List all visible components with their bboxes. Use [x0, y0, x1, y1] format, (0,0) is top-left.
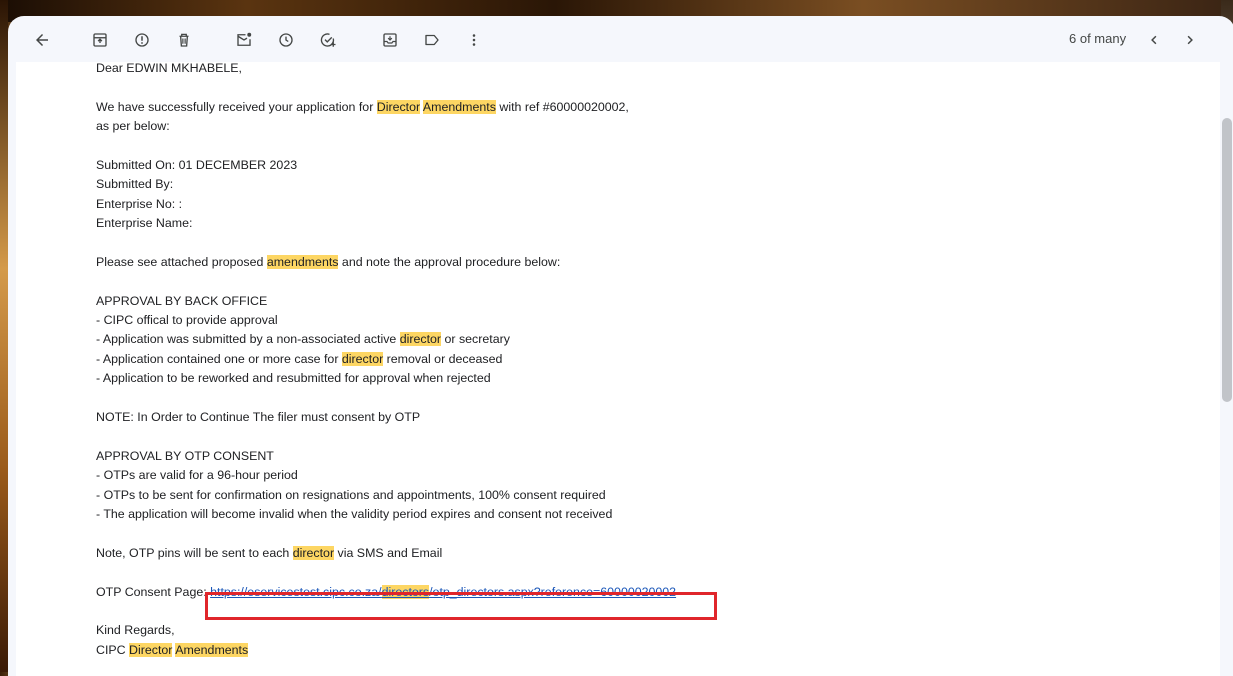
report-icon — [135, 33, 149, 47]
arrow-back-icon — [36, 34, 48, 46]
more-button[interactable] — [462, 28, 486, 52]
approval-back-item: - CIPC offical to provide approval — [96, 313, 278, 328]
mark-unread-button[interactable] — [232, 28, 256, 52]
approval-otp-item: - OTPs to be sent for confirmation on re… — [96, 487, 606, 502]
approval-otp-item: - OTPs are valid for a 96-hour period — [96, 468, 298, 483]
move-to-button[interactable] — [378, 28, 402, 52]
move-to-icon — [383, 33, 397, 47]
approval-back-item: - Application to be reworked and resubmi… — [96, 371, 491, 386]
annotation-highlight-box — [205, 592, 717, 620]
submitted-on: Submitted On: 01 DECEMBER 2023 — [96, 157, 298, 172]
mark-unread-icon — [237, 32, 252, 46]
page-count: 6 of many — [1069, 31, 1127, 46]
enterprise-no: Enterprise No: : — [96, 196, 183, 211]
otp-consent-label: OTP Consent Page: — [96, 584, 211, 599]
background-left — [0, 0, 8, 672]
approval-back-office-title: APPROVAL BY BACK OFFICE — [96, 293, 268, 308]
report-spam-button[interactable] — [130, 28, 154, 52]
clock-icon — [279, 33, 293, 47]
chevron-left-icon — [1151, 35, 1157, 45]
approval-back-item: - Application was submitted by a non-ass… — [96, 332, 510, 347]
label-icon — [425, 34, 439, 46]
more-vert-icon — [472, 34, 476, 46]
archive-icon — [93, 33, 107, 47]
email-content: Dear EDWIN MKHABELE, We have successfull… — [96, 59, 676, 660]
add-task-icon — [320, 33, 336, 47]
delete-button[interactable] — [172, 28, 196, 52]
older-button[interactable] — [1178, 28, 1202, 52]
message-toolbar: 6 of many — [8, 16, 1220, 64]
chevron-right-icon — [1187, 35, 1193, 45]
snooze-button[interactable] — [274, 28, 298, 52]
scrollbar-thumb[interactable] — [1222, 118, 1232, 402]
message-body: Dear EDWIN MKHABELE, We have successfull… — [16, 59, 1220, 676]
mail-panel: 6 of many Dear EDWIN MKHABELE, We have s… — [8, 16, 1233, 676]
add-task-button[interactable] — [316, 28, 340, 52]
label-button[interactable] — [420, 28, 444, 52]
archive-button[interactable] — [88, 28, 112, 52]
newer-button[interactable] — [1142, 28, 1166, 52]
approval-back-item: - Application contained one or more case… — [96, 351, 503, 366]
delete-icon — [179, 33, 189, 47]
paragraph-received: We have successfully received your appli… — [96, 99, 629, 114]
greeting: Dear EDWIN MKHABELE, — [96, 61, 242, 75]
note-consent: NOTE: In Order to Continue The filer mus… — [96, 410, 421, 425]
enterprise-name: Enterprise Name: — [96, 216, 193, 231]
approval-otp-title: APPROVAL BY OTP CONSENT — [96, 448, 274, 463]
back-button[interactable] — [30, 28, 54, 52]
paragraph-attached: Please see attached proposed amendments … — [96, 254, 561, 269]
signature: CIPC Director Amendments — [96, 642, 249, 657]
note-otp-pins: Note, OTP pins will be sent to each dire… — [96, 545, 443, 560]
approval-otp-item: - The application will become invalid wh… — [96, 506, 613, 521]
paragraph-received-cont: as per below: — [96, 119, 170, 134]
regards: Kind Regards, — [96, 623, 175, 638]
submitted-by: Submitted By: — [96, 177, 174, 192]
